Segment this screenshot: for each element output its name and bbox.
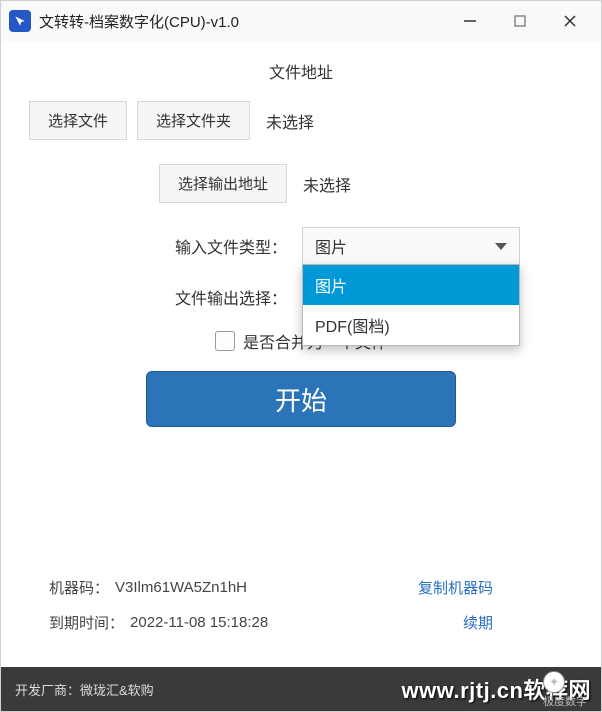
input-type-label: 输入文件类型： bbox=[137, 234, 302, 258]
machine-value: V3Ilm61WA5Zn1hH bbox=[115, 579, 247, 596]
start-button[interactable]: 开始 bbox=[146, 371, 456, 427]
input-type-select[interactable]: 图片 图片 PDF(图档) bbox=[302, 227, 520, 265]
close-button[interactable] bbox=[559, 10, 581, 32]
input-type-row: 输入文件类型： 图片 图片 PDF(图档) bbox=[29, 227, 573, 265]
renew-link[interactable]: 续期 bbox=[463, 612, 493, 633]
output-status: 未选择 bbox=[303, 172, 351, 196]
footer-sub: ✦ 极度数字 bbox=[543, 671, 587, 709]
expire-label: 到期时间： bbox=[49, 612, 124, 633]
output-select-label: 文件输出选择： bbox=[137, 285, 302, 309]
select-output-button[interactable]: 选择输出地址 bbox=[159, 164, 287, 203]
machine-code-row: 机器码： V3Ilm61WA5Zn1hH 复制机器码 bbox=[49, 577, 553, 598]
content-area: 文件地址 选择文件 选择文件夹 未选择 选择输出地址 未选择 输入文件类型： 图… bbox=[1, 41, 601, 427]
minimize-button[interactable] bbox=[459, 10, 481, 32]
select-folder-button[interactable]: 选择文件夹 bbox=[137, 101, 250, 140]
machine-label: 机器码： bbox=[49, 577, 109, 598]
input-type-value: 图片 bbox=[315, 234, 347, 258]
merge-checkbox[interactable] bbox=[215, 331, 235, 351]
window-controls bbox=[459, 10, 593, 32]
app-window: 文转转-档案数字化(CPU)-v1.0 文件地址 选择文件 选择文件夹 未选择 … bbox=[0, 0, 602, 712]
expire-value: 2022-11-08 15:18:28 bbox=[130, 614, 268, 631]
file-status: 未选择 bbox=[266, 109, 314, 133]
dropdown-option-image[interactable]: 图片 bbox=[303, 265, 519, 305]
info-block: 机器码： V3Ilm61WA5Zn1hH 复制机器码 到期时间： 2022-11… bbox=[1, 577, 601, 647]
app-icon bbox=[9, 10, 31, 32]
chevron-down-icon bbox=[495, 243, 507, 250]
maximize-button[interactable] bbox=[509, 10, 531, 32]
output-select-row: 选择输出地址 未选择 bbox=[29, 164, 573, 203]
copy-machine-link[interactable]: 复制机器码 bbox=[418, 577, 493, 598]
dropdown-list: 图片 PDF(图档) bbox=[302, 264, 520, 346]
window-title: 文转转-档案数字化(CPU)-v1.0 bbox=[39, 11, 459, 32]
vendor-label: 开发厂商：微珑汇&软购 bbox=[15, 680, 154, 699]
footer: 开发厂商：微珑汇&软购 www.rjtj.cn软荐网 ✦ 极度数字 bbox=[1, 667, 601, 711]
titlebar: 文转转-档案数字化(CPU)-v1.0 bbox=[1, 1, 601, 41]
dropdown-option-pdf[interactable]: PDF(图档) bbox=[303, 305, 519, 345]
wechat-icon: ✦ bbox=[543, 671, 565, 693]
file-address-label: 文件地址 bbox=[29, 59, 573, 83]
expire-row: 到期时间： 2022-11-08 15:18:28 续期 bbox=[49, 612, 553, 633]
file-select-row: 选择文件 选择文件夹 未选择 bbox=[29, 101, 573, 140]
select-file-button[interactable]: 选择文件 bbox=[29, 101, 127, 140]
